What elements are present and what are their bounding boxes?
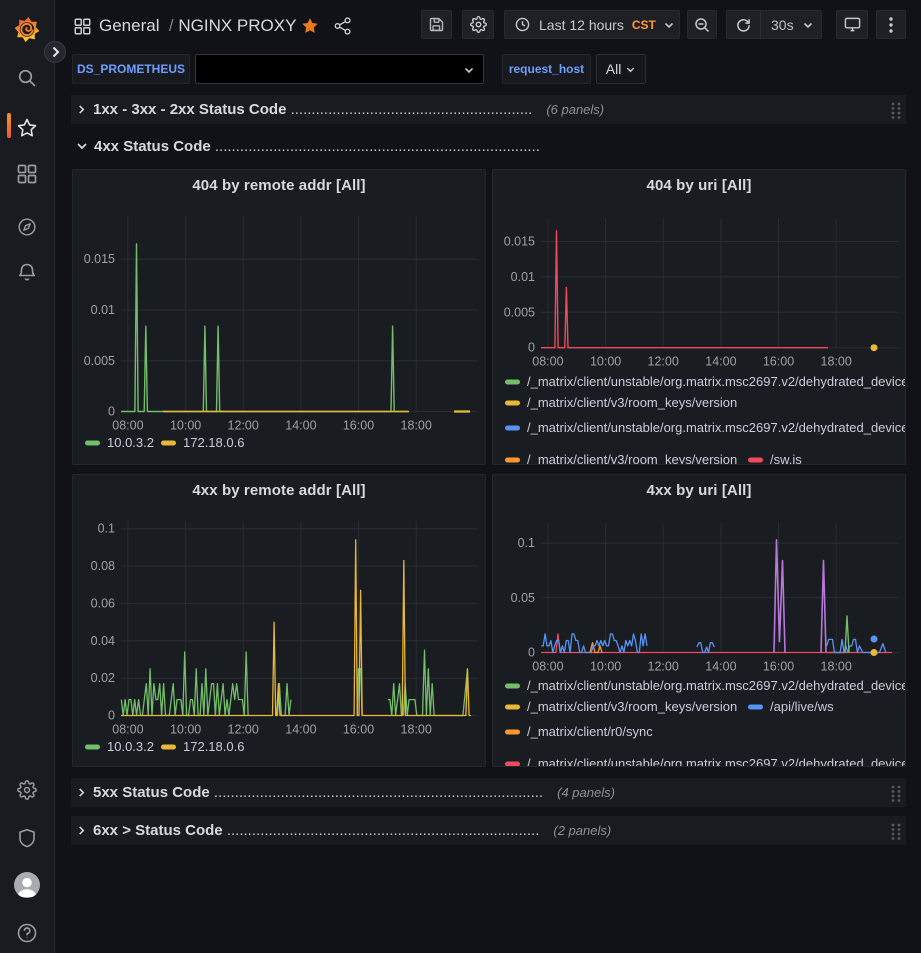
svg-text:/_matrix/client/v3/room_keys/v: /_matrix/client/v3/room_keys/version [527, 452, 737, 465]
svg-text:0.005: 0.005 [504, 305, 535, 319]
svg-text:14:00: 14:00 [285, 723, 316, 737]
svg-text:/_matrix/client/v3/room_keys/v: /_matrix/client/v3/room_keys/version [527, 395, 737, 410]
svg-text:10.0.3.2: 10.0.3.2 [107, 739, 154, 754]
svg-text:10:00: 10:00 [590, 660, 621, 674]
svg-text:/api/live/ws: /api/live/ws [770, 699, 834, 714]
svg-text:0.1: 0.1 [518, 536, 535, 550]
svg-text:/_matrix/client/unstable/org.m: /_matrix/client/unstable/org.matrix.msc2… [527, 374, 906, 389]
svg-text:/_matrix/client/unstable/org.m: /_matrix/client/unstable/org.matrix.msc2… [527, 420, 906, 435]
svg-text:10:00: 10:00 [590, 355, 621, 369]
svg-text:16:00: 16:00 [763, 355, 794, 369]
svg-text:14:00: 14:00 [285, 419, 316, 433]
svg-text:12:00: 12:00 [648, 660, 679, 674]
svg-text:10:00: 10:00 [170, 419, 201, 433]
svg-text:0.005: 0.005 [84, 354, 115, 368]
svg-text:0: 0 [108, 709, 115, 723]
svg-text:12:00: 12:00 [228, 723, 259, 737]
svg-text:0.04: 0.04 [91, 634, 115, 648]
svg-text:08:00: 08:00 [532, 355, 563, 369]
svg-text:12:00: 12:00 [648, 355, 679, 369]
svg-text:08:00: 08:00 [112, 419, 143, 433]
svg-text:18:00: 18:00 [821, 660, 852, 674]
svg-text:172.18.0.6: 172.18.0.6 [183, 739, 244, 754]
svg-text:0.015: 0.015 [504, 235, 535, 249]
svg-text:0.015: 0.015 [84, 252, 115, 266]
svg-text:0: 0 [528, 646, 535, 660]
svg-text:12:00: 12:00 [228, 419, 259, 433]
svg-text:16:00: 16:00 [343, 419, 374, 433]
svg-text:14:00: 14:00 [705, 355, 736, 369]
svg-text:/_matrix/client/r0/sync: /_matrix/client/r0/sync [527, 724, 653, 739]
svg-text:18:00: 18:00 [821, 355, 852, 369]
svg-text:14:00: 14:00 [705, 660, 736, 674]
svg-text:0.08: 0.08 [91, 559, 115, 573]
svg-text:08:00: 08:00 [532, 660, 563, 674]
svg-text:0.02: 0.02 [91, 671, 115, 685]
svg-text:08:00: 08:00 [112, 723, 143, 737]
svg-text:16:00: 16:00 [343, 723, 374, 737]
svg-text:18:00: 18:00 [401, 723, 432, 737]
svg-text:/_matrix/client/unstable/org.m: /_matrix/client/unstable/org.matrix.msc2… [527, 678, 906, 693]
svg-text:16:00: 16:00 [763, 660, 794, 674]
svg-text:10:00: 10:00 [170, 723, 201, 737]
svg-text:/_matrix/client/v3/room_keys/v: /_matrix/client/v3/room_keys/version [527, 699, 737, 714]
svg-text:0.01: 0.01 [511, 270, 535, 284]
svg-text:18:00: 18:00 [401, 419, 432, 433]
svg-text:/sw.js: /sw.js [770, 452, 802, 465]
svg-text:0.1: 0.1 [98, 522, 115, 536]
svg-text:0.06: 0.06 [91, 596, 115, 610]
svg-text:0.05: 0.05 [511, 591, 535, 605]
svg-text:10.0.3.2: 10.0.3.2 [107, 435, 154, 450]
svg-text:0: 0 [108, 405, 115, 419]
svg-text:/_matrix/client/unstable/org.m: /_matrix/client/unstable/org.matrix.msc2… [527, 756, 906, 767]
svg-text:172.18.0.6: 172.18.0.6 [183, 435, 244, 450]
svg-text:0.01: 0.01 [91, 303, 115, 317]
svg-text:0: 0 [528, 341, 535, 355]
